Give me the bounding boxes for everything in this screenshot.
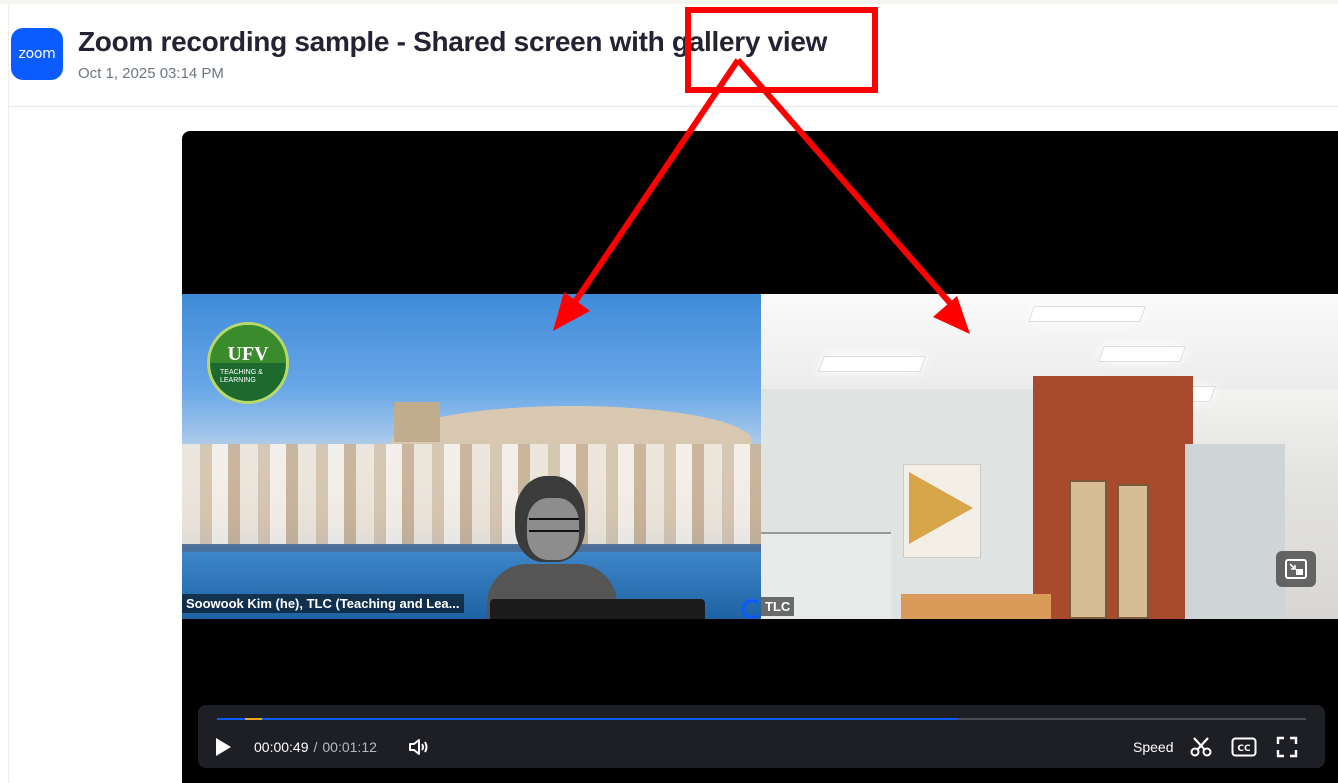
- participant-video: [487, 476, 617, 619]
- closed-captions-icon: CC: [1231, 737, 1257, 757]
- fullscreen-button[interactable]: [1276, 735, 1298, 759]
- page-title: Zoom recording sample - Shared screen wi…: [78, 26, 828, 57]
- gallery-tile-right: [761, 294, 1338, 619]
- ceiling-light: [1028, 306, 1146, 322]
- progress-bar[interactable]: [217, 718, 1306, 720]
- wall-art-shape: [909, 472, 973, 544]
- monitor-edge: [490, 599, 705, 619]
- video-player[interactable]: UFV TEACHING & LEARNING Soowook Kim (he)…: [182, 131, 1338, 783]
- background-town: [182, 444, 761, 544]
- ufv-logo: UFV TEACHING & LEARNING: [207, 322, 289, 404]
- room-door: [1117, 484, 1149, 619]
- time-display: 00:00:49 / 00:01:12: [254, 735, 377, 759]
- bench: [901, 594, 1051, 619]
- gallery-tile-left: UFV TEACHING & LEARNING: [182, 294, 761, 619]
- speed-label: Speed: [1133, 739, 1174, 755]
- participant-name-label: Soowook Kim (he), TLC (Teaching and Lea.…: [182, 594, 464, 613]
- room-accent-wall: [1033, 376, 1193, 619]
- scissors-icon: [1190, 737, 1212, 757]
- ceiling-light: [818, 356, 926, 372]
- total-time: 00:01:12: [322, 739, 377, 755]
- fullscreen-icon: [1276, 736, 1298, 758]
- loading-spinner-icon: [742, 599, 762, 619]
- progress-played: [245, 718, 262, 720]
- background-fort: [394, 402, 440, 442]
- volume-icon: [409, 739, 428, 755]
- current-time: 00:00:49: [254, 739, 309, 755]
- zoom-logo: zoom: [11, 28, 63, 80]
- captions-button[interactable]: CC: [1231, 735, 1257, 759]
- time-separator: /: [313, 739, 318, 755]
- picture-in-picture-icon: [1285, 559, 1307, 579]
- room-corridor: [1185, 444, 1285, 619]
- divider: [8, 106, 9, 783]
- play-icon: [216, 738, 231, 756]
- zoom-logo-text: zoom: [18, 46, 56, 62]
- svg-text:CC: CC: [1237, 744, 1251, 754]
- progress-buffered: [217, 718, 958, 720]
- ufv-logo-subtext: TEACHING & LEARNING: [220, 369, 263, 384]
- volume-button[interactable]: [407, 735, 431, 759]
- player-controls: 00:00:49 / 00:01:12 Speed CC: [198, 705, 1325, 768]
- speed-button[interactable]: Speed: [1133, 735, 1173, 759]
- recording-date: Oct 1, 2025 03:14 PM: [78, 65, 224, 82]
- play-button[interactable]: [214, 735, 232, 759]
- room-door: [1069, 480, 1107, 619]
- picture-in-picture-button[interactable]: [1276, 551, 1316, 587]
- participant-name-label: TLC: [761, 597, 795, 616]
- ceiling-light: [1098, 346, 1186, 362]
- clip-button[interactable]: [1190, 735, 1212, 759]
- ufv-logo-text: UFV: [227, 343, 269, 365]
